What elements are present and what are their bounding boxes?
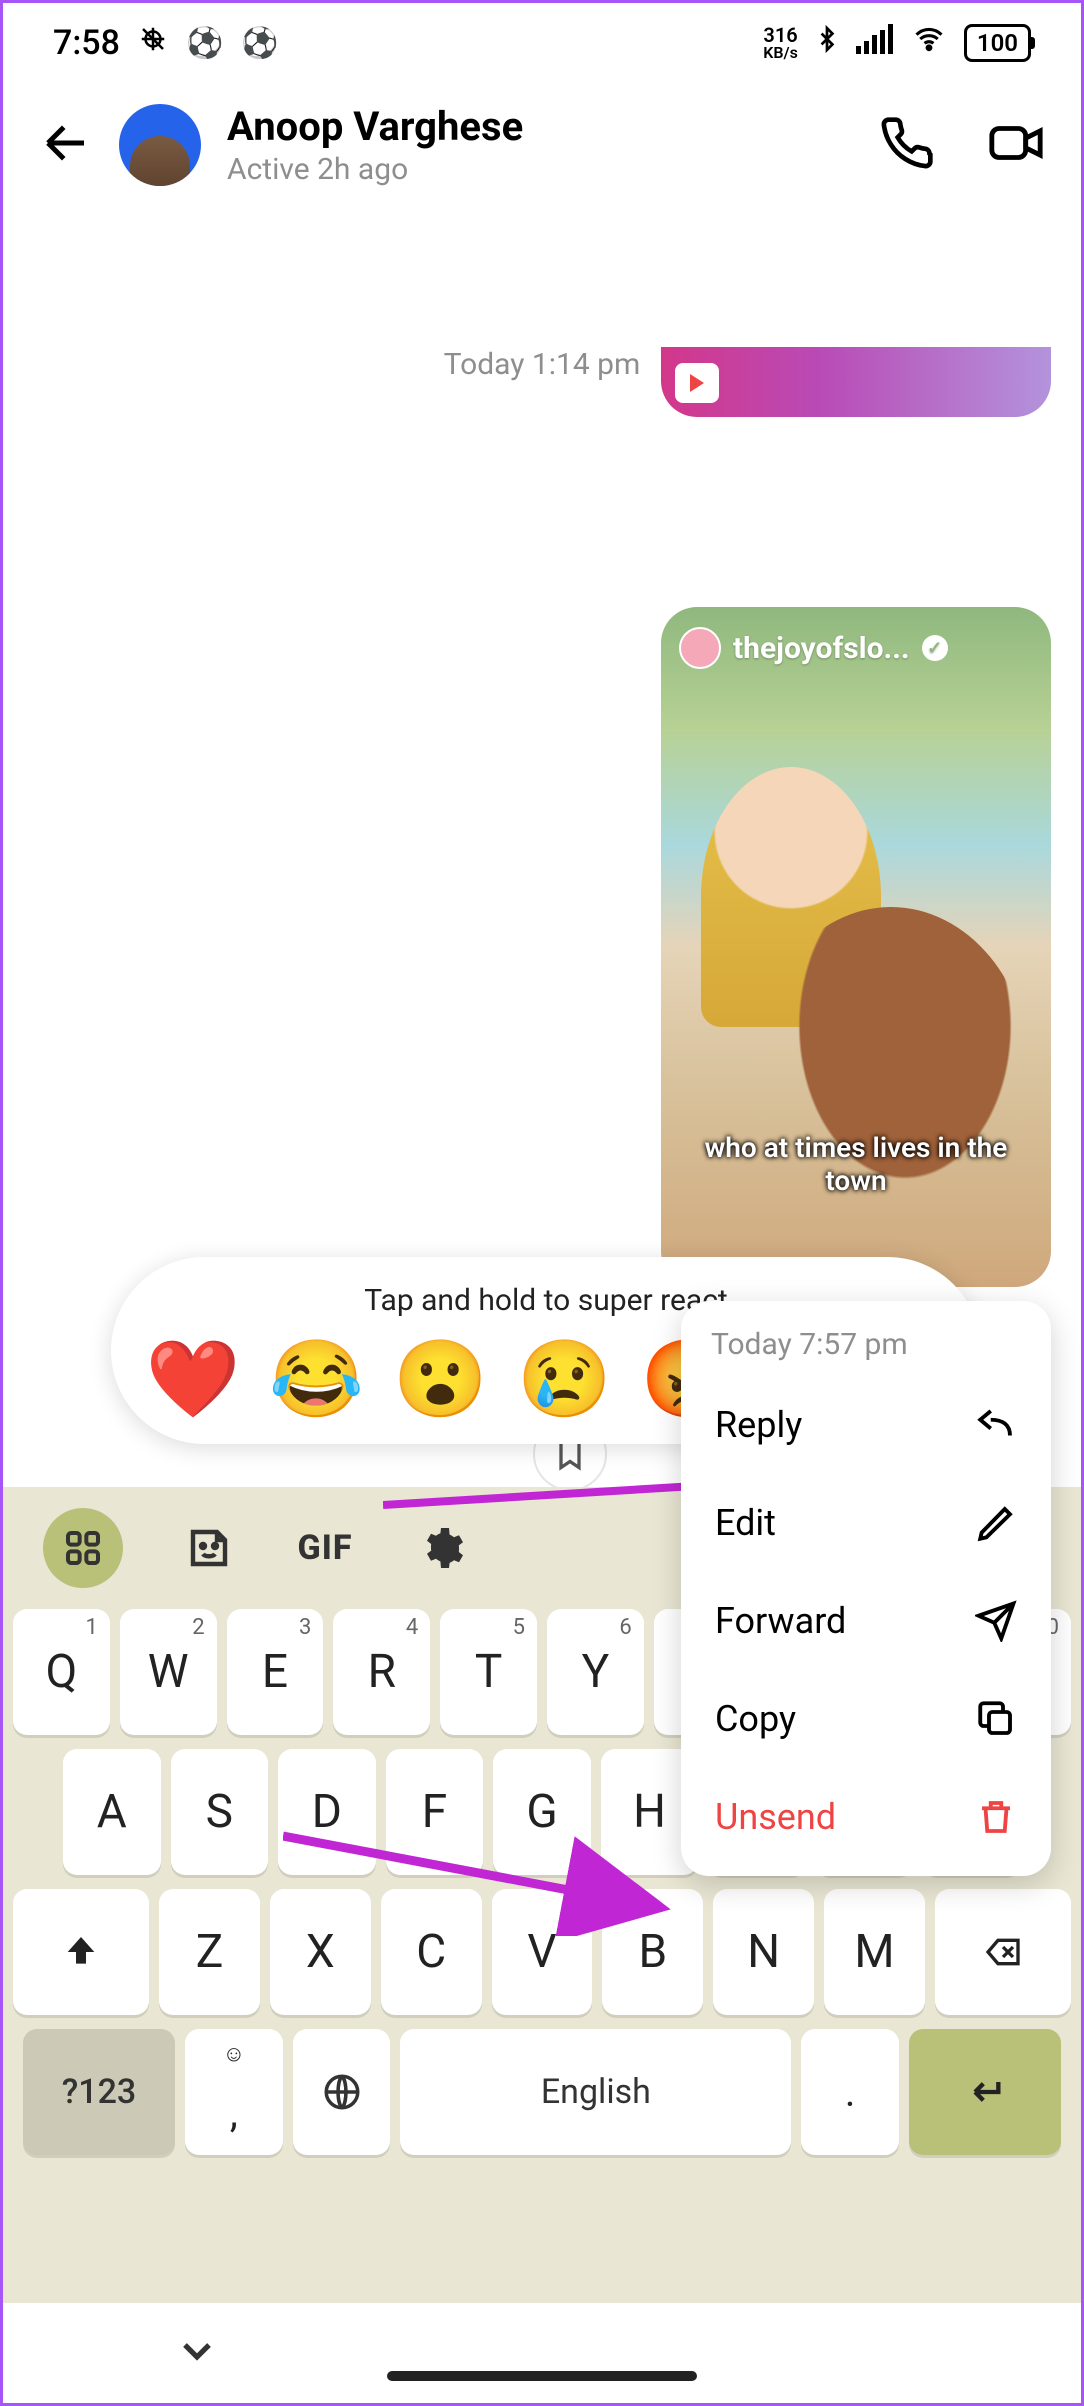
video-icon[interactable] bbox=[987, 114, 1045, 176]
key-e[interactable]: E3 bbox=[227, 1609, 324, 1735]
phone-icon[interactable] bbox=[879, 115, 935, 175]
avatar[interactable] bbox=[119, 104, 201, 186]
menu-reply[interactable]: Reply bbox=[711, 1376, 1021, 1474]
key-n[interactable]: N bbox=[713, 1889, 814, 2015]
key-r[interactable]: R4 bbox=[333, 1609, 430, 1735]
battery-indicator: 100 bbox=[964, 24, 1031, 62]
emoji-hint-icon: ☺ bbox=[223, 2041, 245, 2067]
context-timestamp: Today 7:57 pm bbox=[711, 1327, 1021, 1362]
react-sad[interactable]: 😢 bbox=[517, 1334, 612, 1424]
key-m[interactable]: M bbox=[824, 1889, 925, 2015]
key-language[interactable] bbox=[293, 2029, 391, 2155]
trash-icon bbox=[975, 1796, 1017, 1838]
key-s[interactable]: S bbox=[171, 1749, 269, 1875]
cellular-icon bbox=[856, 23, 894, 63]
status-bar: 7:58 ⚽ ⚽ 316 KB/s 100 bbox=[3, 3, 1081, 83]
chevron-down-icon[interactable] bbox=[173, 2327, 221, 2379]
key-q[interactable]: Q1 bbox=[13, 1609, 110, 1735]
soccer-icon: ⚽ bbox=[241, 26, 278, 61]
chat-header: Anoop Varghese Active 2h ago bbox=[3, 83, 1081, 217]
no-location-icon bbox=[138, 23, 168, 63]
key-backspace[interactable] bbox=[935, 1889, 1071, 2015]
kb-settings-icon[interactable] bbox=[411, 1524, 471, 1572]
key-comma[interactable]: ☺ , bbox=[185, 2029, 283, 2155]
shared-media-preview[interactable] bbox=[661, 347, 1051, 417]
shared-reel[interactable]: thejoyofslo... ✓ who at times lives in t… bbox=[661, 607, 1051, 1287]
reel-caption: who at times lives in the town bbox=[661, 1131, 1051, 1197]
network-speed: 316 KB/s bbox=[763, 25, 798, 61]
bluetooth-icon bbox=[814, 22, 840, 65]
reply-icon bbox=[975, 1404, 1017, 1446]
nav-bar bbox=[3, 2303, 1081, 2403]
back-icon[interactable] bbox=[39, 116, 93, 174]
soccer-icon: ⚽ bbox=[186, 26, 223, 61]
key-space[interactable]: English bbox=[400, 2029, 791, 2155]
menu-copy[interactable]: Copy bbox=[711, 1670, 1021, 1768]
clock-text: 7:58 bbox=[53, 23, 120, 63]
contact-name[interactable]: Anoop Varghese bbox=[227, 103, 853, 150]
key-w[interactable]: W2 bbox=[120, 1609, 217, 1735]
kb-apps-icon[interactable] bbox=[43, 1508, 123, 1588]
kb-gif-button[interactable]: GIF bbox=[295, 1528, 355, 1568]
menu-unsend[interactable]: Unsend bbox=[711, 1768, 1021, 1866]
key-shift[interactable] bbox=[13, 1889, 149, 2015]
key-z[interactable]: Z bbox=[159, 1889, 260, 2015]
react-wow[interactable]: 😮 bbox=[393, 1334, 488, 1424]
send-icon bbox=[975, 1600, 1017, 1642]
play-icon bbox=[675, 363, 719, 403]
key-a[interactable]: A bbox=[63, 1749, 161, 1875]
menu-edit[interactable]: Edit bbox=[711, 1474, 1021, 1572]
annotation-arrow bbox=[283, 1826, 683, 1936]
copy-icon bbox=[975, 1698, 1017, 1740]
key-period[interactable]: . bbox=[801, 2029, 899, 2155]
menu-forward[interactable]: Forward bbox=[711, 1572, 1021, 1670]
reel-avatar bbox=[679, 627, 721, 669]
active-status: Active 2h ago bbox=[227, 152, 853, 187]
home-indicator[interactable] bbox=[387, 2371, 697, 2381]
react-heart[interactable]: ❤️ bbox=[146, 1334, 241, 1424]
key-y[interactable]: Y6 bbox=[547, 1609, 644, 1735]
key-t[interactable]: T5 bbox=[440, 1609, 537, 1735]
reel-username: thejoyofslo... bbox=[733, 631, 910, 666]
verified-icon: ✓ bbox=[922, 635, 948, 661]
pencil-icon bbox=[975, 1502, 1017, 1544]
wifi-icon bbox=[910, 23, 948, 63]
kb-sticker-icon[interactable] bbox=[179, 1524, 239, 1572]
react-laugh[interactable]: 😂 bbox=[269, 1334, 364, 1424]
key-enter[interactable] bbox=[909, 2029, 1061, 2155]
key-symbols[interactable]: ?123 bbox=[23, 2029, 175, 2155]
context-menu: Today 7:57 pm Reply Edit Forward Copy Un… bbox=[681, 1301, 1051, 1876]
